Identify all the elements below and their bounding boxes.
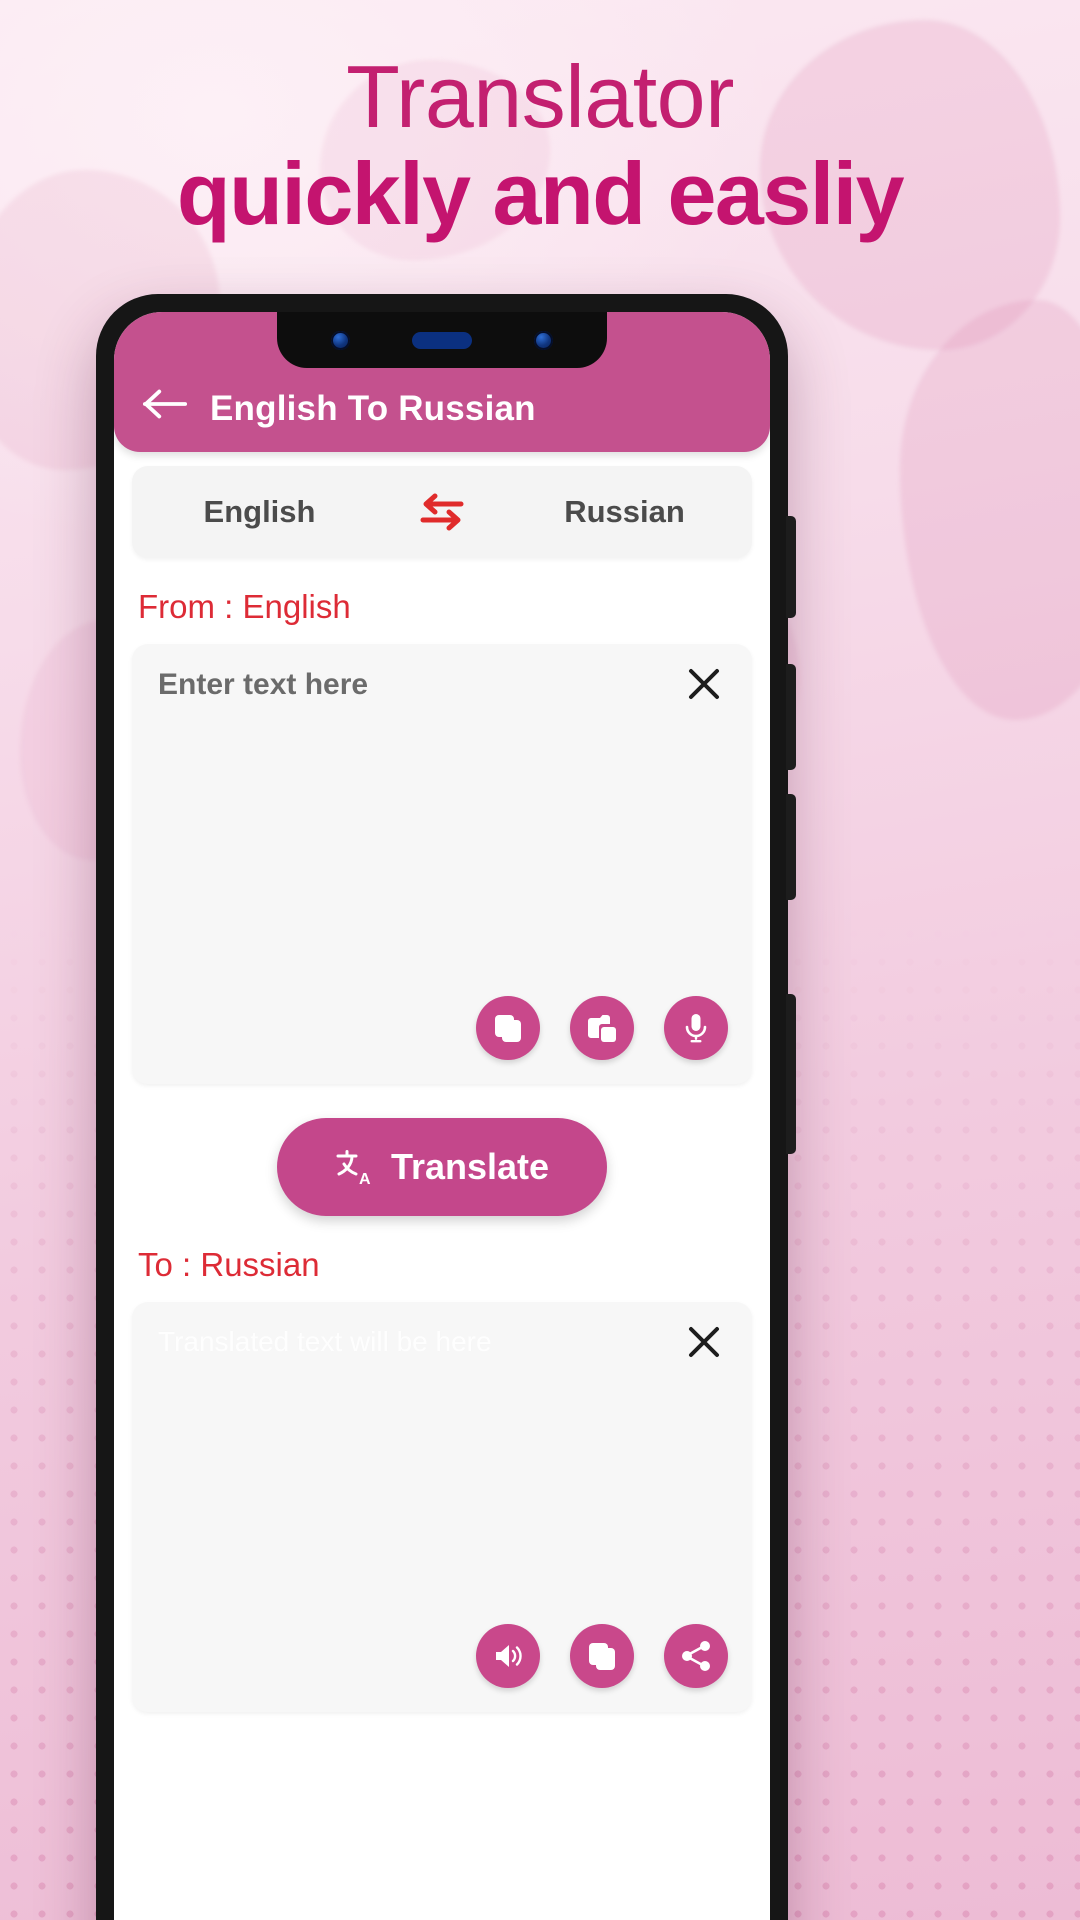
source-text-placeholder: Enter text here (158, 668, 369, 701)
phone-volume-up-button (786, 664, 796, 770)
close-icon (689, 669, 719, 699)
front-camera-icon (534, 331, 553, 350)
front-camera-icon (331, 331, 350, 350)
clear-target-button[interactable] (678, 1316, 730, 1368)
close-icon (689, 1327, 719, 1357)
target-direction-label: To : Russian (138, 1246, 320, 1283)
copy-icon (589, 1643, 615, 1670)
swap-horizontal-icon (420, 493, 464, 531)
headline-line-2: quickly and easliy (176, 143, 905, 243)
poster-headline: Translator quickly and easliy (0, 52, 1080, 246)
paste-icon (588, 1015, 616, 1042)
target-language-button[interactable]: Russian (497, 494, 752, 530)
mic-button[interactable] (664, 996, 728, 1060)
translate-icon: A (336, 1150, 371, 1187)
background-blob (900, 300, 1080, 720)
target-text-placeholder: Translated text will be here (158, 1326, 492, 1357)
speaker-icon (496, 1645, 522, 1667)
target-text-card: Translated text will be here (132, 1302, 752, 1712)
target-action-buttons (476, 1624, 728, 1688)
phone-notch (277, 312, 607, 368)
source-action-buttons (476, 996, 728, 1060)
svg-text:A: A (359, 1171, 371, 1187)
source-text-card: Enter text here (132, 644, 752, 1084)
app-content: English Russian From: English Enter tex… (114, 452, 770, 1712)
proximity-sensor-icon (412, 332, 472, 349)
translate-button[interactable]: A Translate (277, 1118, 607, 1216)
share-icon (682, 1641, 710, 1671)
language-selector: English Russian (132, 466, 752, 558)
copy-icon (495, 1015, 521, 1042)
page-title: English To Russian (210, 389, 536, 428)
promo-poster: Translator quickly and easliy English To… (0, 0, 1080, 1920)
headline-line-1: Translator (346, 47, 734, 146)
copy-button[interactable] (476, 996, 540, 1060)
paste-button[interactable] (570, 996, 634, 1060)
back-arrow-icon[interactable] (142, 384, 188, 424)
microphone-icon (685, 1014, 707, 1043)
swap-languages-button[interactable] (387, 491, 497, 533)
source-language-button[interactable]: English (132, 494, 387, 530)
clear-source-button[interactable] (678, 658, 730, 710)
phone-volume-down-button (786, 794, 796, 900)
phone-power-button (786, 994, 796, 1154)
source-direction-label: From : English (138, 588, 351, 625)
speak-button[interactable] (476, 1624, 540, 1688)
phone-mockup: English To Russian English Russian From … (96, 294, 796, 1920)
translate-button-label: Translate (390, 1146, 550, 1187)
translate-button-row: A Translate (132, 1118, 752, 1216)
phone-side-button (786, 516, 796, 618)
phone-screen: English To Russian English Russian From … (114, 312, 770, 1920)
copy-button[interactable] (570, 1624, 634, 1688)
share-button[interactable] (664, 1624, 728, 1688)
